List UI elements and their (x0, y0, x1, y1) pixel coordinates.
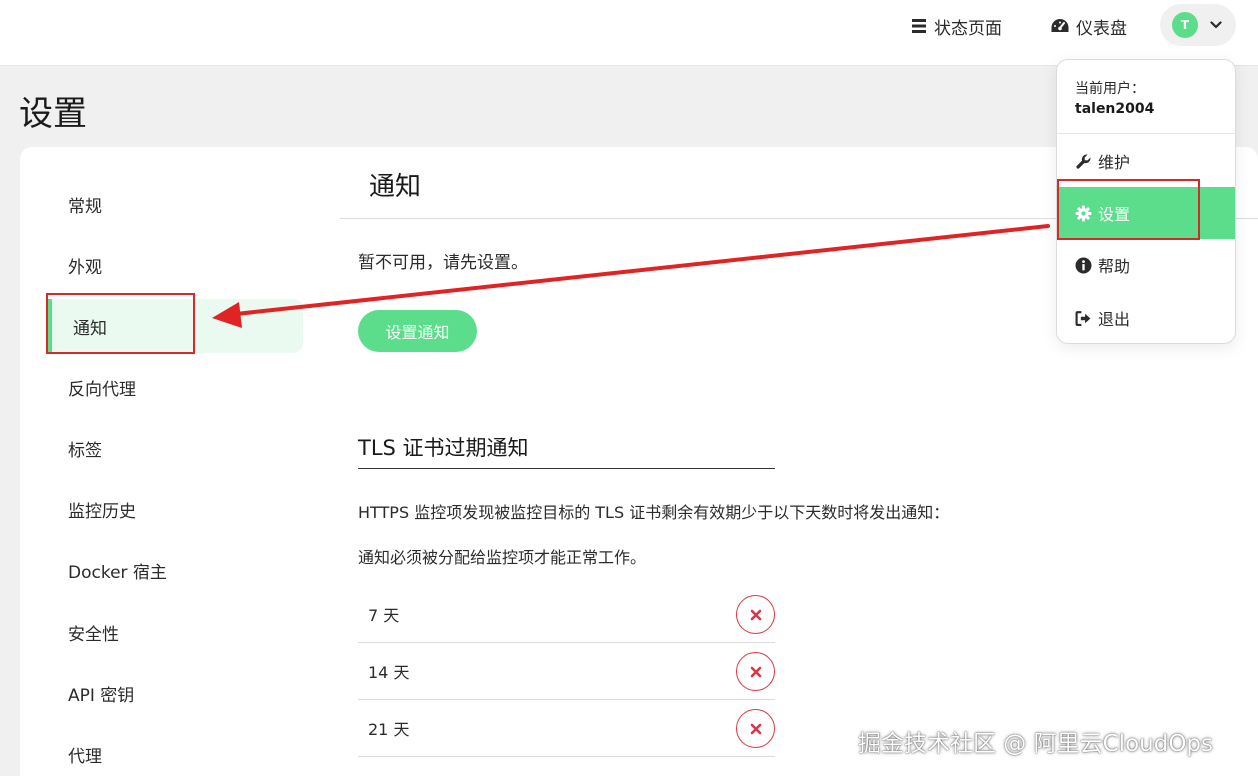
tls-day-label: 14 天 (368, 663, 410, 682)
sidebar-item-label: 标签 (68, 440, 102, 461)
sidebar-item-monitor-history[interactable]: 监控历史 (48, 482, 303, 536)
remove-day-button[interactable] (736, 652, 775, 691)
menu-item-label: 帮助 (1098, 257, 1131, 276)
close-icon (750, 666, 761, 677)
section-title: 通知 (369, 172, 422, 202)
sidebar-item-tags[interactable]: 标签 (48, 421, 303, 475)
dashboard-link[interactable]: 仪表盘 (1050, 14, 1127, 39)
tls-heading-underline (358, 468, 775, 469)
current-user-label: 当前用户： (1075, 81, 1145, 97)
sidebar-item-label: 反向代理 (68, 379, 136, 400)
sidebar-item-proxies[interactable]: 代理 (48, 727, 303, 776)
chevron-down-icon (1210, 21, 1222, 29)
profile-dropdown-toggle[interactable]: T (1160, 4, 1236, 46)
sidebar-item-label: 通知 (73, 318, 107, 339)
remove-day-button[interactable] (736, 595, 775, 634)
sidebar-item-docker-hosts[interactable]: Docker 宿主 (48, 543, 303, 597)
sidebar-item-reverse-proxy[interactable]: 反向代理 (48, 360, 303, 414)
sidebar-item-general[interactable]: 常规 (48, 177, 303, 231)
sidebar-item-api-keys[interactable]: API 密钥 (48, 666, 303, 720)
menu-item-help[interactable]: 帮助 (1057, 239, 1235, 291)
tachometer-icon (1051, 19, 1069, 32)
tls-day-label: 7 天 (368, 606, 400, 625)
wrench-icon (1076, 154, 1091, 169)
sidebar-item-security[interactable]: 安全性 (48, 605, 303, 659)
tls-day-row: 21 天 (358, 700, 775, 757)
sidebar-item-label: 安全性 (68, 624, 119, 645)
current-username: talen2004 (1075, 101, 1155, 117)
gear-icon (1075, 205, 1092, 221)
top-navbar: 状态页面 仪表盘 T (0, 0, 1258, 66)
menu-item-label: 退出 (1098, 310, 1131, 329)
sidebar-item-label: 代理 (68, 746, 102, 767)
watermark: 掘金技术社区 @ 阿里云CloudOps (858, 731, 1214, 757)
sign-out-icon (1075, 310, 1091, 326)
info-icon (1075, 257, 1092, 273)
sidebar-item-notifications[interactable]: 通知 (48, 299, 303, 353)
close-icon (750, 609, 761, 620)
close-icon (750, 723, 761, 734)
menu-item-settings[interactable]: 设置 (1057, 187, 1235, 239)
menu-item-label: 维护 (1098, 153, 1131, 172)
remove-day-button[interactable] (736, 709, 775, 748)
setup-notification-button[interactable]: 设置通知 (358, 310, 477, 352)
sidebar-item-label: 监控历史 (68, 501, 136, 522)
tls-note: 通知必须被分配给监控项才能正常工作。 (358, 548, 647, 567)
sidebar-item-label: API 密钥 (68, 685, 135, 706)
tls-expiry-heading: TLS 证书过期通知 (358, 436, 529, 460)
menu-item-maintenance[interactable]: 维护 (1057, 135, 1235, 187)
dropdown-divider (1057, 133, 1235, 134)
profile-dropdown-menu: 当前用户： talen2004 维护 设置 帮助 退出 (1056, 59, 1236, 344)
menu-item-label: 设置 (1098, 205, 1131, 224)
status-page-link[interactable]: 状态页面 (910, 14, 1002, 39)
tls-day-row: 14 天 (358, 643, 775, 700)
status-page-label: 状态页面 (934, 18, 1002, 39)
unavailable-message: 暂不可用，请先设置。 (358, 253, 528, 273)
avatar: T (1172, 12, 1198, 38)
list-icon (912, 19, 926, 33)
sidebar-item-label: 外观 (68, 257, 102, 278)
tls-day-label: 21 天 (368, 720, 410, 739)
dashboard-label: 仪表盘 (1076, 18, 1127, 39)
tls-day-row: 7 天 (358, 586, 775, 643)
sidebar-item-label: 常规 (68, 196, 102, 217)
menu-item-logout[interactable]: 退出 (1057, 292, 1235, 344)
sidebar-item-label: Docker 宿主 (68, 562, 167, 583)
sidebar-item-appearance[interactable]: 外观 (48, 238, 303, 292)
tls-description: HTTPS 监控项发现被监控目标的 TLS 证书剩余有效期少于以下天数时将发出通… (358, 503, 950, 522)
page-title: 设置 (19, 94, 87, 134)
